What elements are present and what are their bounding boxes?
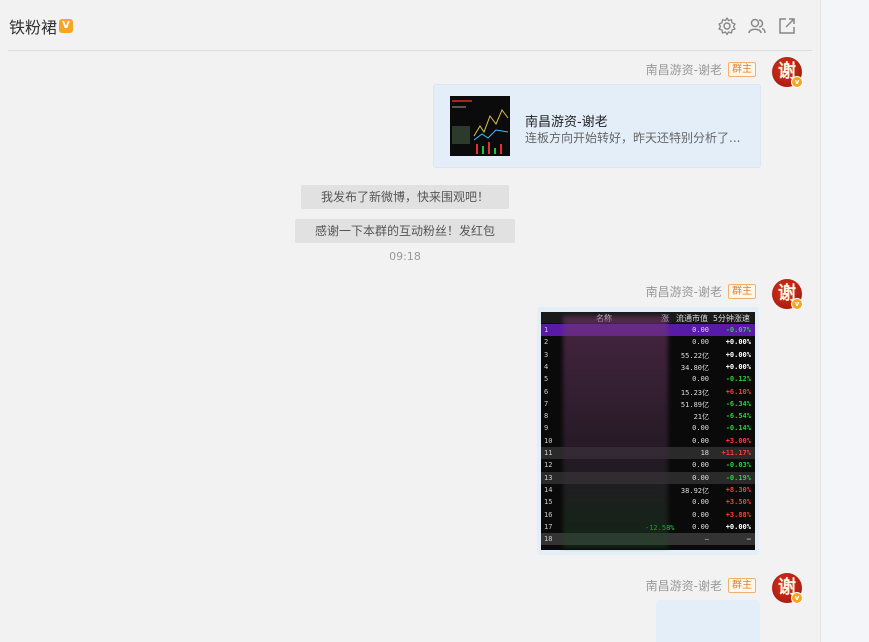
stock-speed: +3.50% <box>725 498 751 507</box>
card-title: 南昌游资-谢老 <box>525 115 608 130</box>
stock-mktcap: 0.00 <box>692 461 709 470</box>
stock-mktcap: 18 <box>700 449 709 457</box>
stock-speed: -6.54% <box>725 412 751 421</box>
stock-row-index: 10 <box>544 436 553 445</box>
message-bubble[interactable] <box>656 600 760 642</box>
sender-name: 南昌游资-谢老 <box>645 285 722 299</box>
sender-name: 南昌游资-谢老 <box>645 63 722 77</box>
header-divider <box>8 50 812 51</box>
stock-speed: +11.17% <box>721 449 751 457</box>
card-description: 连板方向开始转好，昨天还特别分析了... <box>525 131 741 145</box>
gear-icon[interactable] <box>717 16 737 36</box>
role-badge: 群主 <box>728 578 756 593</box>
verified-badge-icon: V <box>59 19 73 33</box>
stock-speed: +0.00% <box>725 338 751 347</box>
stock-row-index: 17 <box>544 522 553 531</box>
weibo-share-card[interactable]: 南昌游资-谢老 连板方向开始转好，昨天还特别分析了... <box>433 84 761 168</box>
stock-mktcap: 15.23亿 <box>680 388 709 397</box>
stock-speed: -0.12% <box>725 375 751 384</box>
redacted-overlay <box>563 316 668 548</box>
stock-row-index: 9 <box>544 424 549 433</box>
stock-speed: -0.14% <box>725 424 751 433</box>
stock-row-index: 3 <box>544 350 549 359</box>
stock-mktcap: 55.22亿 <box>680 351 709 360</box>
stock-row-index: 5 <box>544 375 549 384</box>
stock-mktcap: — <box>704 535 709 544</box>
stock-speed: -0.07% <box>725 326 751 334</box>
stock-mktcap: 21亿 <box>693 413 709 422</box>
right-sidebar <box>820 0 869 642</box>
stock-row-index: 2 <box>544 338 549 347</box>
stock-row-index: 7 <box>544 399 549 408</box>
stock-mktcap: 0.00 <box>692 498 709 507</box>
role-badge: 群主 <box>728 62 756 77</box>
stock-mktcap: 0.00 <box>692 338 709 347</box>
stock-row-index: 4 <box>544 362 549 371</box>
stock-mktcap: 34.80亿 <box>680 363 709 372</box>
verified-dot-icon: v <box>791 76 803 88</box>
stock-row-index: 1 <box>544 326 549 334</box>
col-mktcap-header: 流通市值 <box>676 314 708 323</box>
system-message[interactable]: 感谢一下本群的互动粉丝！发红包 <box>295 219 515 243</box>
col-speed-header: 5分钟涨速 <box>713 314 750 323</box>
stock-speed: — <box>746 535 751 544</box>
members-icon[interactable] <box>747 16 767 36</box>
card-thumbnail <box>450 96 510 156</box>
stock-row-index: 13 <box>544 473 553 482</box>
stock-row-index: 16 <box>544 510 553 519</box>
stock-speed: +0.00% <box>725 350 751 359</box>
stock-row-index: 12 <box>544 461 553 470</box>
stock-mktcap: 0.00 <box>692 436 709 445</box>
popout-icon[interactable] <box>777 16 797 36</box>
stock-mktcap: 0.00 <box>692 522 709 531</box>
stock-mktcap: 51.89亿 <box>680 400 709 409</box>
stock-mktcap: 0.00 <box>692 510 709 519</box>
sender-name: 南昌游资-谢老 <box>645 579 722 593</box>
role-badge: 群主 <box>728 284 756 299</box>
stock-speed: -6.34% <box>725 399 751 408</box>
system-message: 我发布了新微博，快来围观吧！ <box>301 185 509 209</box>
chat-panel: 铁粉裙 V 南昌游资-谢老 群主 谢 v 南昌游资-谢老 连板方向开始转好，昨天… <box>0 0 820 642</box>
stock-speed: +3.00% <box>725 436 751 445</box>
stock-mktcap: 0.00 <box>692 326 709 334</box>
verified-dot-icon: v <box>791 298 803 310</box>
stock-row-index: 15 <box>544 498 553 507</box>
stock-speed: +8.30% <box>725 485 751 494</box>
stock-mktcap: 0.00 <box>692 375 709 384</box>
avatar[interactable]: 谢 v <box>772 279 803 310</box>
chat-header: 铁粉裙 V <box>0 0 820 50</box>
stock-row-index: 11 <box>544 449 553 457</box>
stock-mktcap: 38.92亿 <box>680 486 709 495</box>
stock-row-index: 18 <box>544 535 553 544</box>
avatar[interactable]: 谢 v <box>772 57 803 88</box>
timestamp: 09:18 <box>389 250 421 263</box>
stock-speed: +0.00% <box>725 522 751 531</box>
stock-row-index: 6 <box>544 387 549 396</box>
stock-speed: +3.88% <box>725 510 751 519</box>
verified-dot-icon: v <box>791 592 803 604</box>
stock-mktcap: 0.00 <box>692 424 709 433</box>
chat-title: 铁粉裙 <box>9 18 58 37</box>
stock-speed: +0.00% <box>725 362 751 371</box>
stock-row-index: 14 <box>544 485 553 494</box>
stock-speed: -0.19% <box>725 473 751 482</box>
stock-mktcap: 0.00 <box>692 473 709 482</box>
stock-speed: +6.10% <box>725 387 751 396</box>
stock-row-index: 8 <box>544 412 549 421</box>
stock-speed: -0.03% <box>725 461 751 470</box>
avatar[interactable]: 谢 v <box>772 573 803 604</box>
